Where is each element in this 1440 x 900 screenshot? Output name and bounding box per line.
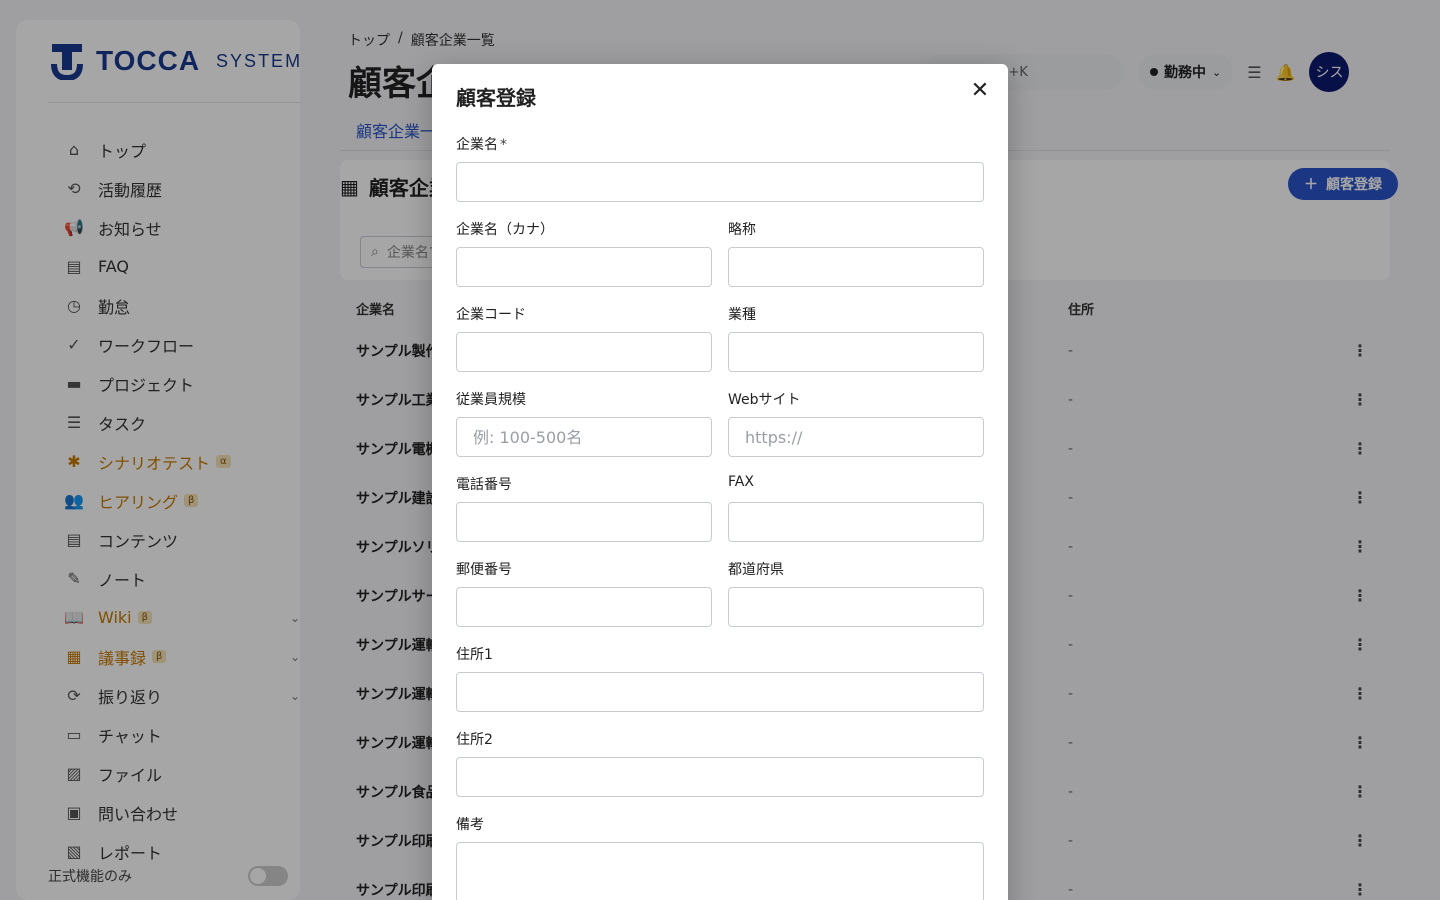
phone-label: 電話番号 <box>456 477 512 493</box>
address2-field: 住所2 <box>456 729 984 797</box>
notes-label: 備考 <box>456 817 484 833</box>
address1-input[interactable] <box>456 672 984 712</box>
address2-label: 住所2 <box>456 732 493 748</box>
company-kana-field: 企業名（カナ） <box>456 219 712 287</box>
prefecture-label: 都道府県 <box>728 562 784 578</box>
address1-field: 住所1 <box>456 644 984 712</box>
website-field: Webサイト <box>728 389 984 457</box>
prefecture-input[interactable] <box>728 587 984 627</box>
notes-textarea[interactable] <box>456 842 984 900</box>
company-kana-label: 企業名（カナ） <box>456 222 554 238</box>
employees-field: 従業員規模 <box>456 389 712 457</box>
address1-label: 住所1 <box>456 647 493 663</box>
company-code-label: 企業コード <box>456 307 526 323</box>
website-label: Webサイト <box>728 392 801 408</box>
employees-label: 従業員規模 <box>456 392 526 408</box>
address2-input[interactable] <box>456 757 984 797</box>
company-name-field: 企業名 * <box>456 134 984 202</box>
fax-label: FAX <box>728 474 754 490</box>
industry-field: 業種 <box>728 304 984 372</box>
notes-field: 備考 <box>456 814 984 900</box>
abbreviation-input[interactable] <box>728 247 984 287</box>
company-code-field: 企業コード <box>456 304 712 372</box>
website-input[interactable] <box>728 417 984 457</box>
phone-field: 電話番号 <box>456 474 712 542</box>
customer-register-dialog: 顧客登録 ✕ 企業名* 企業名（カナ） 略称 企業コード 業種 従業員規模 We… <box>432 64 1008 900</box>
prefecture-field: 都道府県 <box>728 559 984 627</box>
fax-input[interactable] <box>728 502 984 542</box>
postal-input[interactable] <box>456 587 712 627</box>
industry-input[interactable] <box>728 332 984 372</box>
close-icon[interactable]: ✕ <box>968 78 992 103</box>
postal-field: 郵便番号 <box>456 559 712 627</box>
company-name-label: 企業名 * <box>456 137 507 153</box>
dialog-title: 顧客登録 <box>456 86 536 110</box>
company-name-input[interactable] <box>456 162 984 202</box>
fax-field: FAX <box>728 474 984 542</box>
postal-label: 郵便番号 <box>456 562 512 578</box>
industry-label: 業種 <box>728 307 756 323</box>
company-code-input[interactable] <box>456 332 712 372</box>
company-kana-input[interactable] <box>456 247 712 287</box>
abbreviation-label: 略称 <box>728 222 756 238</box>
phone-input[interactable] <box>456 502 712 542</box>
abbreviation-field: 略称 <box>728 219 984 287</box>
required-mark: * <box>500 137 507 153</box>
employees-input[interactable] <box>456 417 712 457</box>
